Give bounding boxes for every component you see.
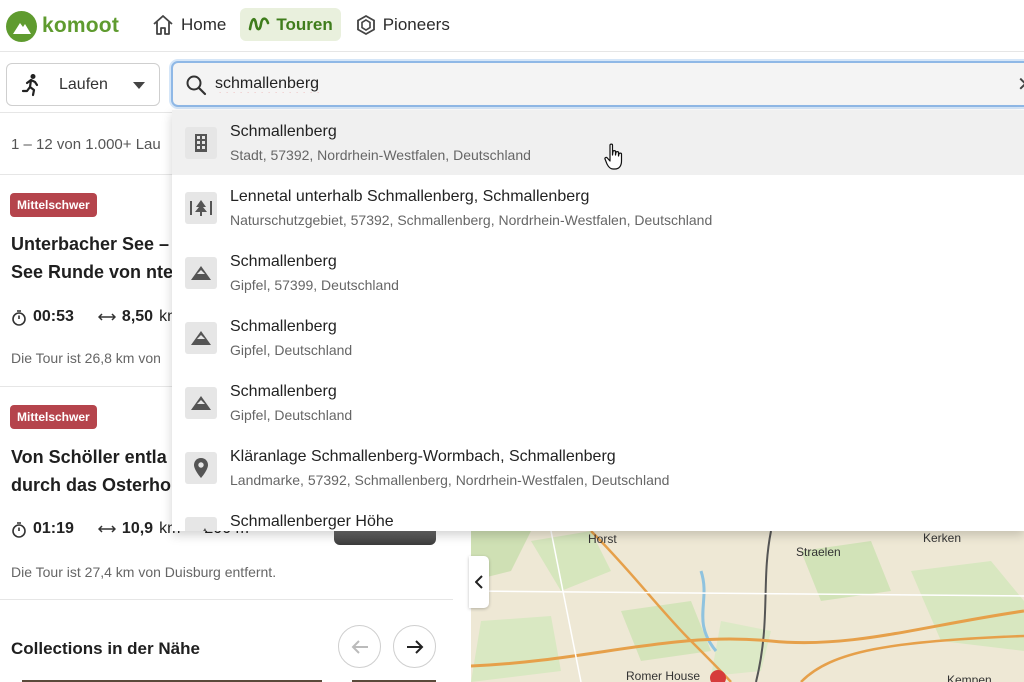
collections-heading: Collections in der Nähe <box>11 639 200 658</box>
top-header: komoot Home Touren Pioneers <box>0 0 1024 52</box>
sport-type-label: Laufen <box>59 75 108 93</box>
difficulty-badge: Mittelschwer <box>10 193 97 217</box>
map-label: Kempen <box>947 673 992 682</box>
search-icon <box>186 75 207 96</box>
logo-text: komoot <box>42 14 120 37</box>
location-pin-icon <box>185 452 217 484</box>
ridge-icon <box>185 517 217 531</box>
running-icon <box>21 73 39 96</box>
hand-cursor-icon <box>604 143 623 170</box>
peak-icon <box>185 322 217 354</box>
divider <box>0 599 453 600</box>
tour-stats: 00:53 8,50 km <box>11 308 180 326</box>
location-search-input[interactable] <box>215 71 975 97</box>
sport-type-select[interactable]: Laufen <box>6 63 160 106</box>
tour-thumbnail[interactable] <box>334 530 436 545</box>
tour-distance-note: Die Tour ist 26,8 km von <box>11 350 161 366</box>
home-icon <box>153 14 173 35</box>
suggestion-subtitle: Stadt, 57392, Nordrhein-Westfalen, Deuts… <box>230 147 531 163</box>
nature-reserve-icon <box>185 192 217 224</box>
difficulty-badge: Mittelschwer <box>10 405 97 429</box>
suggestion-item[interactable]: Schmallenberg Stadt, 57392, Nordrhein-We… <box>172 110 1024 175</box>
arrow-left-icon <box>351 639 368 654</box>
stopwatch-icon <box>12 521 26 538</box>
location-search-box: ✕ <box>171 61 1024 107</box>
komoot-logo-icon <box>6 10 37 42</box>
nav-touren[interactable]: Touren <box>240 8 341 41</box>
nav-pioneers[interactable]: Pioneers <box>347 8 458 41</box>
map-label: Romer House <box>626 669 701 682</box>
suggestion-subtitle: Gipfel, Deutschland <box>230 342 353 358</box>
caret-down-icon <box>133 82 145 89</box>
distance-arrows-icon <box>97 525 116 533</box>
suggestion-title: Schmallenberg <box>230 253 337 270</box>
chevron-left-icon <box>475 575 483 589</box>
suggestion-item[interactable]: Lennetal unterhalb Schmallenberg, Schmal… <box>172 175 1024 240</box>
tour-distance-note: Die Tour ist 27,4 km von Duisburg entfer… <box>11 564 277 580</box>
suggestion-title: Schmallenberg <box>230 383 337 400</box>
tour-duration: 00:53 <box>33 308 74 325</box>
nav-home[interactable]: Home <box>143 8 234 41</box>
arrow-right-icon <box>406 639 423 654</box>
tour-duration: 01:19 <box>33 520 74 537</box>
suggestion-subtitle: Gipfel, Deutschland <box>230 407 353 423</box>
main-nav: Home Touren Pioneers <box>143 8 458 41</box>
nav-home-label: Home <box>181 14 227 34</box>
suggestion-title: Kläranlage Schmallenberg-Wormbach, Schma… <box>230 448 616 465</box>
distance-arrows-icon <box>97 313 116 321</box>
collapse-panel-button[interactable] <box>469 556 489 608</box>
suggestion-subtitle: Landmarke, 57392, Schmallenberg, Nordrhe… <box>230 472 670 488</box>
nav-pioneers-label: Pioneers <box>382 14 450 34</box>
map-label: Kerken <box>923 531 962 545</box>
suggestion-item[interactable]: Schmallenberg Gipfel, 57399, Deutschland <box>172 240 1024 305</box>
komoot-logo[interactable]: komoot <box>6 9 119 43</box>
peak-icon <box>185 387 217 419</box>
map-label: Straelen <box>796 545 841 559</box>
peak-icon <box>185 257 217 289</box>
search-suggestions-dropdown: Schmallenberg Stadt, 57392, Nordrhein-We… <box>172 110 1024 531</box>
map-label: Horst <box>588 532 617 546</box>
clear-search-icon[interactable]: ✕ <box>1017 72 1024 97</box>
suggestion-item[interactable]: Schmallenberg Gipfel, Deutschland <box>172 305 1024 370</box>
suggestion-subtitle: Gipfel, 57399, Deutschland <box>230 277 399 293</box>
tour-distance: 10,9 <box>121 520 154 537</box>
nav-touren-label: Touren <box>276 14 333 34</box>
hexagon-icon <box>356 14 375 35</box>
map-canvas <box>471 531 1024 682</box>
suggestion-item[interactable]: Kläranlage Schmallenberg-Wormbach, Schma… <box>172 435 1024 500</box>
carousel-next-button[interactable] <box>393 625 436 668</box>
suggestion-title: Schmallenberg <box>230 318 337 335</box>
results-count: 1 – 12 von 1.000+ Lau <box>11 136 161 153</box>
suggestion-title: Schmallenberger Höhe <box>230 513 394 530</box>
tour-distance: 8,50 <box>121 308 154 325</box>
city-icon <box>185 127 217 159</box>
carousel-prev-button[interactable] <box>338 625 381 668</box>
suggestion-item[interactable]: Schmallenberg Gipfel, Deutschland <box>172 370 1024 435</box>
map-view[interactable]: Horst Straelen Kerken Romer House Kempen <box>471 531 1024 682</box>
suggestion-item[interactable]: Schmallenberger Höhe <box>172 500 1024 531</box>
route-icon <box>249 16 270 31</box>
suggestion-title: Schmallenberg <box>230 123 337 140</box>
suggestion-title: Lennetal unterhalb Schmallenberg, Schmal… <box>230 188 590 205</box>
stopwatch-icon <box>12 309 26 326</box>
suggestion-subtitle: Naturschutzgebiet, 57392, Schmallenberg,… <box>230 212 713 228</box>
